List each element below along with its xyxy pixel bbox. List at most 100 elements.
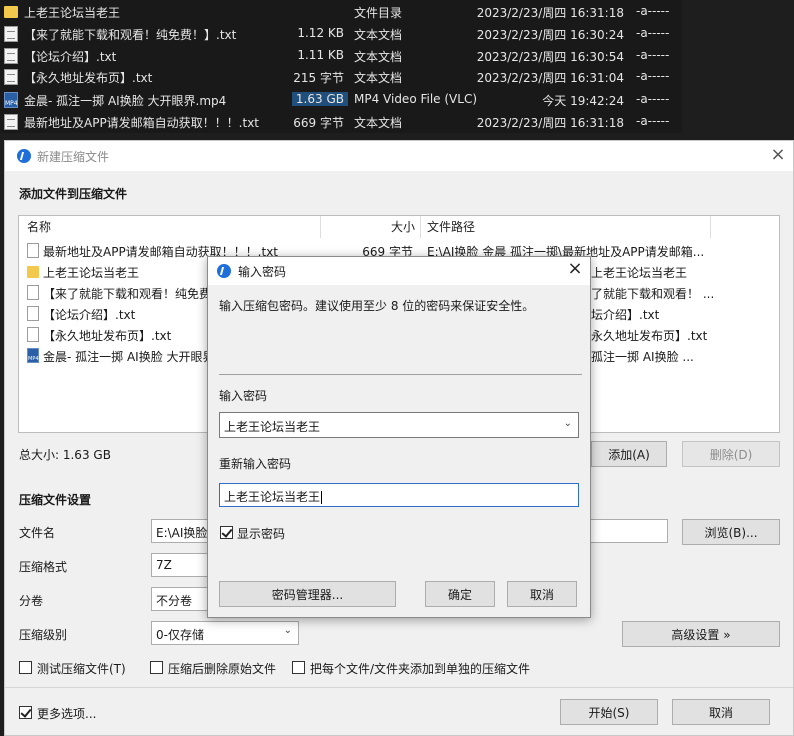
text-file-icon xyxy=(27,327,39,342)
text-cursor xyxy=(321,491,323,504)
explorer-row-selected[interactable]: MP4 金晨- 孤注一掷 AI换脸 大开眼界.mp4 1.63 GB MP4 V… xyxy=(0,89,682,111)
text-file-icon xyxy=(4,26,18,42)
password-input-value: 上老王论坛当老王 xyxy=(224,420,321,434)
browse-button[interactable]: 浏览(B)... xyxy=(682,519,780,545)
password-input[interactable]: 上老王论坛当老王 ⌄ xyxy=(219,412,579,438)
explorer-row[interactable]: 最新地址及APP请发邮箱自动获取！！！.txt 669 字节 文本文档 2023… xyxy=(0,111,682,133)
file-date: 2023/2/23/周四 16:31:18 xyxy=(476,6,624,20)
file-name: 【永久地址发布页】.txt xyxy=(24,71,153,85)
start-button[interactable]: 开始(S) xyxy=(560,699,658,725)
file-type: 文本文档 xyxy=(354,71,403,85)
file-type: 文本文档 xyxy=(354,50,403,64)
cancel-button[interactable]: 取消 xyxy=(672,699,770,725)
divider xyxy=(219,374,582,375)
file-type: 文件目录 xyxy=(354,6,403,20)
add-files-section-title: 添加文件到压缩文件 xyxy=(19,187,128,201)
format-select[interactable]: 7Z xyxy=(151,553,211,577)
list-item-name: 金晨- 孤注一掷 AI换脸 大开眼界 xyxy=(43,350,215,364)
file-type: 文本文档 xyxy=(354,116,403,130)
file-date: 今天 19:42:24 xyxy=(542,94,624,108)
list-item-name: 【论坛介绍】.txt xyxy=(43,308,136,322)
split-label: 分卷 xyxy=(19,594,44,608)
list-item-name: 【来了就能下载和观看！纯免费 xyxy=(43,287,212,301)
folder-icon xyxy=(27,266,39,278)
add-button[interactable]: 添加(A) xyxy=(591,441,667,467)
confirm-password-value: 上老王论坛当老王 xyxy=(224,490,321,504)
text-file-icon xyxy=(27,306,39,321)
confirm-password-input[interactable]: 上老王论坛当老王 xyxy=(219,483,579,507)
password-dialog-title: 输入密码 xyxy=(238,265,287,279)
password-dialog-titlebar: 输入密码 × xyxy=(208,257,590,285)
format-label: 压缩格式 xyxy=(19,560,68,574)
chevron-down-icon[interactable]: ⌄ xyxy=(564,418,572,429)
password-dialog: 输入密码 × 输入压缩包密码。建议使用至少 8 位的密码来保证安全性。 输入密码… xyxy=(207,256,591,618)
column-header-name[interactable]: 名称 xyxy=(27,216,51,238)
filename-label: 文件名 xyxy=(19,526,56,540)
text-file-icon xyxy=(27,243,39,258)
password-manager-button[interactable]: 密码管理器... xyxy=(219,581,396,607)
delete-button[interactable]: 删除(D) xyxy=(682,441,780,467)
list-item-path: 孤注一掷 AI换脸 ... xyxy=(591,350,694,364)
app-logo-icon xyxy=(217,264,231,278)
file-name: 上老王论坛当老王 xyxy=(24,6,121,20)
delete-after-checkbox[interactable] xyxy=(150,661,163,674)
file-type: 文本文档 xyxy=(354,28,403,42)
file-name: 【来了就能下载和观看！纯免费！】.txt xyxy=(24,28,237,42)
advanced-settings-button[interactable]: 高级设置 » xyxy=(622,621,780,647)
file-date: 2023/2/23/周四 16:31:04 xyxy=(476,71,624,85)
column-separator[interactable] xyxy=(420,216,421,238)
chevron-down-icon: ⌄ xyxy=(283,625,292,636)
each-separate-checkbox[interactable] xyxy=(292,661,305,674)
divider xyxy=(5,687,793,688)
test-archive-label[interactable]: 测试压缩文件(T) xyxy=(37,660,126,677)
file-date: 2023/2/23/周四 16:30:54 xyxy=(476,50,624,64)
column-header-path[interactable]: 文件路径 xyxy=(427,216,475,238)
explorer-row[interactable]: 上老王论坛当老王 文件目录 2023/2/23/周四 16:31:18 -a--… xyxy=(0,1,682,23)
test-archive-checkbox[interactable] xyxy=(19,661,32,674)
confirm-password-label: 重新输入密码 xyxy=(219,457,292,471)
list-item-path: 了就能下载和观看！ ... xyxy=(591,287,715,301)
column-separator[interactable] xyxy=(710,216,711,238)
explorer-row[interactable]: 【来了就能下载和观看！纯免费！】.txt 1.12 KB 文本文档 2023/2… xyxy=(0,23,682,45)
file-attributes: -a----- xyxy=(636,69,670,83)
password-cancel-button[interactable]: 取消 xyxy=(507,581,577,607)
ok-button[interactable]: 确定 xyxy=(425,581,495,607)
close-icon[interactable]: × xyxy=(769,146,787,165)
folder-icon xyxy=(4,6,18,18)
file-name: 【论坛介绍】.txt xyxy=(24,50,117,64)
more-options-label[interactable]: 更多选项... xyxy=(37,705,96,722)
file-date: 2023/2/23/周四 16:31:18 xyxy=(476,116,624,130)
file-explorer-list: 上老王论坛当老王 文件目录 2023/2/23/周四 16:31:18 -a--… xyxy=(0,0,682,133)
show-password-checkbox[interactable] xyxy=(220,526,233,539)
file-type: MP4 Video File (VLC) xyxy=(354,92,478,106)
delete-after-label[interactable]: 压缩后删除原始文件 xyxy=(168,660,276,677)
explorer-row[interactable]: 【永久地址发布页】.txt 215 字节 文本文档 2023/2/23/周四 1… xyxy=(0,66,682,88)
file-attributes: -a----- xyxy=(636,26,670,40)
show-password-label[interactable]: 显示密码 xyxy=(237,525,285,542)
column-separator[interactable] xyxy=(320,216,321,238)
close-icon[interactable]: × xyxy=(566,260,584,279)
text-file-icon xyxy=(4,114,18,130)
password-label: 输入密码 xyxy=(219,389,268,403)
file-size: 215 字节 xyxy=(293,71,344,85)
file-attributes: -a----- xyxy=(636,114,670,128)
file-size: 669 字节 xyxy=(293,116,344,130)
mp4-file-icon: MP4 xyxy=(27,348,39,363)
explorer-row[interactable]: 【论坛介绍】.txt 1.11 KB 文本文档 2023/2/23/周四 16:… xyxy=(0,45,682,67)
split-select[interactable]: 不分卷 xyxy=(151,587,211,611)
file-attributes: -a----- xyxy=(636,4,670,18)
list-item-name: 【永久地址发布页】.txt xyxy=(43,329,172,343)
column-header-size[interactable]: 大小 xyxy=(391,216,415,238)
each-separate-label[interactable]: 把每个文件/文件夹添加到单独的压缩文件 xyxy=(310,660,530,677)
list-item-path: 永久地址发布页】.txt xyxy=(591,329,708,343)
file-date: 2023/2/23/周四 16:30:24 xyxy=(476,28,624,42)
compression-level-label: 压缩级别 xyxy=(19,628,68,642)
dialog-titlebar: 新建压缩文件 × xyxy=(5,141,793,171)
compression-level-select[interactable]: 0-仅存储 ⌄ xyxy=(151,621,299,645)
list-item-path: 上老王论坛当老王 xyxy=(591,266,688,280)
more-options-checkbox[interactable] xyxy=(19,706,32,719)
file-attributes: -a----- xyxy=(636,48,670,62)
split-select-value: 不分卷 xyxy=(156,594,193,608)
text-file-icon xyxy=(4,69,18,85)
file-name: 最新地址及APP请发邮箱自动获取！！！.txt xyxy=(24,116,260,130)
